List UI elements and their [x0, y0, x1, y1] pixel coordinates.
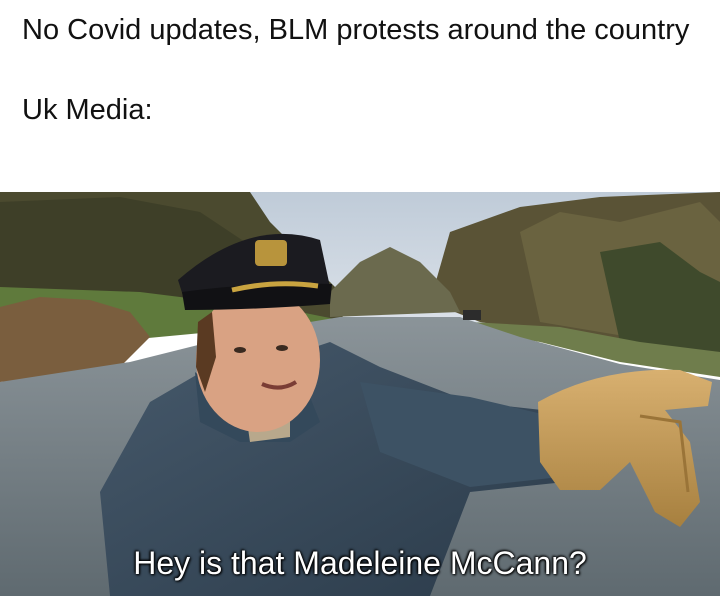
cap-badge — [255, 240, 287, 266]
caption-label: Uk Media: — [22, 94, 153, 126]
distant-boat — [463, 310, 481, 320]
subtitle: Hey is that Madeleine McCann? — [133, 545, 587, 581]
photo-scene — [0, 192, 720, 596]
caption: No Covid updates, BLM protests around th… — [22, 10, 702, 130]
photo: Hey is that Madeleine McCann? — [0, 192, 720, 596]
meme: No Covid updates, BLM protests around th… — [0, 0, 720, 596]
caption-line: No Covid updates, BLM protests around th… — [22, 14, 690, 46]
